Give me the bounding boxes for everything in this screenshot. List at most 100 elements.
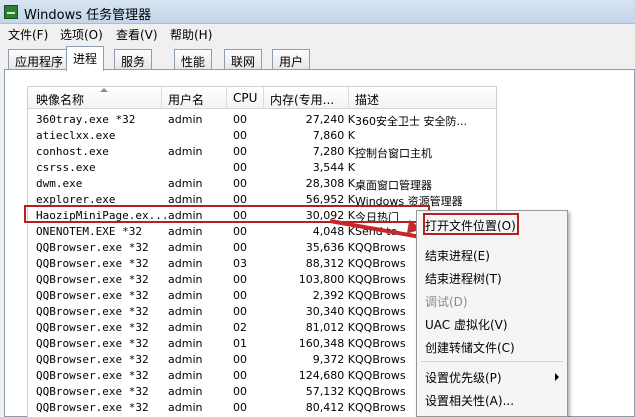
process-name-cell: conhost.exe (36, 145, 109, 158)
tab-users[interactable]: 用户 (272, 49, 311, 70)
username-cell: admin (168, 225, 203, 238)
memory-cell: 3,544 K (312, 161, 355, 174)
username-cell: admin (168, 305, 203, 318)
username-cell: admin (168, 321, 203, 334)
menu-create-dump-file[interactable]: 创建转储文件(C) (417, 335, 567, 357)
process-name-cell: QQBrowser.exe *32 (36, 385, 149, 398)
menu-end-process-tree[interactable]: 结束进程树(T) (417, 266, 567, 288)
column-description[interactable]: 描述 (355, 91, 379, 108)
menu-separator (421, 361, 563, 362)
memory-cell: 27,240 K (305, 113, 355, 126)
menu-uac-virtualization[interactable]: UAC 虚拟化(V) (417, 312, 567, 334)
menu-options[interactable]: 选项(O) (60, 26, 103, 43)
process-name-cell: QQBrowser.exe *32 (36, 337, 149, 350)
username-cell: admin (168, 385, 203, 398)
cpu-cell: 00 (233, 401, 247, 414)
process-name-cell: QQBrowser.exe *32 (36, 353, 149, 366)
memory-cell: 9,372 K (312, 353, 355, 366)
menu-set-affinity[interactable]: 设置相关性(A)... (417, 388, 567, 410)
menu-file[interactable]: 文件(F) (8, 26, 48, 43)
username-cell: admin (168, 241, 203, 254)
username-cell: admin (168, 113, 203, 126)
cpu-cell: 00 (233, 177, 247, 190)
username-cell: admin (168, 273, 203, 286)
process-name-cell: QQBrowser.exe *32 (36, 369, 149, 382)
tab-strip: 应用程序 进程 服务 性能 联网 用户 (0, 44, 635, 71)
cpu-cell: 00 (233, 225, 247, 238)
title-bar: Windows 任务管理器 (0, 0, 635, 24)
table-row[interactable]: dwm.exe admin 00 28,308 K 桌面窗口管理器 (28, 175, 496, 192)
column-divider[interactable] (161, 87, 162, 109)
process-name-cell: QQBrowser.exe *32 (36, 273, 149, 286)
menu-view[interactable]: 查看(V) (116, 26, 158, 43)
process-name-cell: QQBrowser.exe *32 (36, 401, 149, 414)
tab-applications[interactable]: 应用程序 (8, 49, 71, 70)
process-name-cell: QQBrowser.exe *32 (36, 321, 149, 334)
cpu-cell: 00 (233, 289, 247, 302)
table-row[interactable]: conhost.exe admin 00 7,280 K 控制台窗口主机 (28, 143, 496, 160)
process-name-cell: QQBrowser.exe *32 (36, 305, 149, 318)
username-cell: admin (168, 289, 203, 302)
table-row[interactable]: atieclxx.exe 00 7,860 K (28, 127, 496, 143)
table-row[interactable]: 360tray.exe *32 admin 00 27,240 K 360安全卫士 安全… (28, 111, 496, 128)
tab-performance[interactable]: 性能 (174, 49, 213, 70)
column-image-name[interactable]: 映像名称 (36, 88, 108, 108)
cpu-cell: 01 (233, 337, 247, 350)
task-manager-icon (4, 5, 18, 19)
memory-cell: 103,800 K (298, 273, 355, 286)
cpu-cell: 00 (233, 129, 247, 142)
cpu-cell: 02 (233, 321, 247, 334)
window-title: Windows 任务管理器 (24, 8, 152, 23)
list-header: 映像名称 用户名 CPU 内存(专用... 描述 (28, 87, 496, 109)
process-name-cell: QQBrowser.exe *32 (36, 289, 149, 302)
memory-cell: 7,860 K (312, 129, 355, 142)
column-username[interactable]: 用户名 (168, 91, 204, 108)
column-divider[interactable] (348, 87, 349, 109)
tab-services[interactable]: 服务 (114, 49, 153, 70)
username-cell: admin (168, 177, 203, 190)
menu-open-file-location[interactable]: 打开文件位置(O) (417, 213, 567, 235)
memory-cell: 57,132 K (305, 385, 355, 398)
cpu-cell: 03 (233, 257, 247, 270)
process-name-cell: QQBrowser.exe *32 (36, 241, 149, 254)
username-cell: admin (168, 369, 203, 382)
tab-processes[interactable]: 进程 (66, 46, 105, 71)
process-name-cell: 360tray.exe *32 (36, 113, 136, 126)
username-cell: admin (168, 337, 203, 350)
column-cpu[interactable]: CPU (233, 91, 257, 105)
username-cell: admin (168, 353, 203, 366)
cpu-cell: 00 (233, 161, 247, 174)
memory-cell: 35,636 K (305, 241, 355, 254)
username-cell: admin (168, 257, 203, 270)
memory-cell: 28,308 K (305, 177, 355, 190)
memory-cell: 2,392 K (312, 289, 355, 302)
task-manager-window: Windows 任务管理器 文件(F) 选项(O) 查看(V) 帮助(H) 应用… (0, 0, 635, 417)
menu-set-priority[interactable]: 设置优先级(P) (417, 365, 567, 387)
cpu-cell: 00 (233, 385, 247, 398)
username-cell: admin (168, 145, 203, 158)
column-memory[interactable]: 内存(专用... (270, 91, 334, 108)
username-cell: admin (168, 401, 203, 414)
table-row[interactable]: csrss.exe 00 3,544 K (28, 159, 496, 175)
process-name-cell: atieclxx.exe (36, 129, 116, 142)
column-divider[interactable] (263, 87, 264, 109)
memory-cell: 81,012 K (305, 321, 355, 334)
cpu-cell: 00 (233, 145, 247, 158)
cpu-cell: 00 (233, 369, 247, 382)
memory-cell: 124,680 K (298, 369, 355, 382)
column-divider[interactable] (226, 87, 227, 109)
cpu-cell: 00 (233, 241, 247, 254)
memory-cell: 88,312 K (305, 257, 355, 270)
tab-networking[interactable]: 联网 (224, 49, 263, 70)
memory-cell: 80,412 K (305, 401, 355, 414)
menu-help[interactable]: 帮助(H) (170, 26, 212, 43)
selected-row-highlight (24, 205, 430, 223)
cpu-cell: 00 (233, 305, 247, 318)
cpu-cell: 00 (233, 273, 247, 286)
memory-cell: 30,340 K (305, 305, 355, 318)
submenu-arrow-icon (555, 373, 559, 381)
process-name-cell: csrss.exe (36, 161, 96, 174)
memory-cell: 4,048 K (312, 225, 355, 238)
sort-ascending-icon (100, 88, 108, 92)
menu-end-process[interactable]: 结束进程(E) (417, 243, 567, 265)
